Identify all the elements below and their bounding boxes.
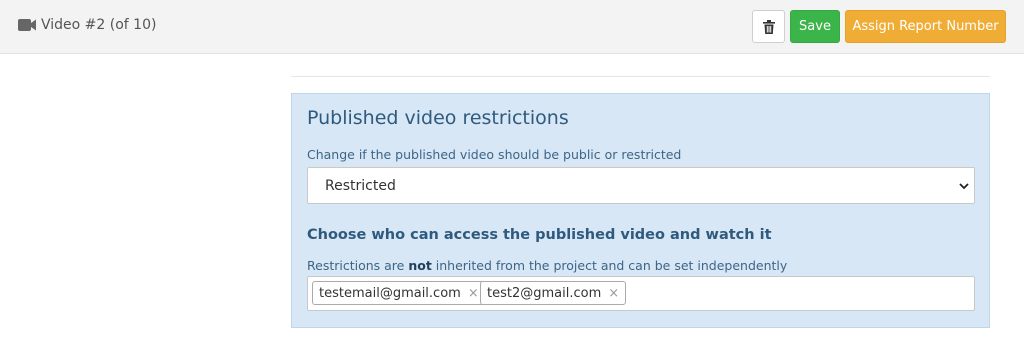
inheritance-note-emphasis: not: [408, 258, 432, 273]
email-tag: test2@gmail.com ×: [480, 281, 627, 305]
video-title: Video #2 (of 10): [41, 17, 157, 33]
trash-icon: [762, 19, 775, 34]
inheritance-note: Restrictions are not inherited from the …: [307, 258, 787, 273]
inheritance-note-end: inherited from the project and can be se…: [431, 258, 788, 273]
save-button[interactable]: Save: [790, 10, 840, 43]
email-tag-label: test2@gmail.com: [487, 285, 602, 301]
delete-button[interactable]: [752, 10, 785, 43]
video-camera-icon: [18, 18, 38, 32]
restrictions-panel: Published video restrictions Change if t…: [291, 93, 990, 328]
inheritance-note-start: Restrictions are: [307, 258, 409, 273]
visibility-label: Change if the published video should be …: [307, 147, 682, 162]
remove-tag-icon[interactable]: ×: [608, 286, 619, 301]
email-tag-label: testemail@gmail.com: [319, 285, 461, 301]
visibility-select-value: Restricted: [325, 178, 396, 194]
access-heading: Choose who can access the published vide…: [307, 227, 772, 243]
video-title-wrap: Video #2 (of 10): [18, 17, 156, 33]
assign-report-number-button[interactable]: Assign Report Number: [845, 10, 1006, 43]
section-divider: [291, 76, 990, 77]
remove-tag-icon[interactable]: ×: [468, 286, 479, 301]
panel-title: Published video restrictions: [307, 107, 569, 129]
chevron-down-icon: [959, 183, 969, 190]
visibility-select[interactable]: Restricted: [307, 167, 975, 204]
top-toolbar: Video #2 (of 10) Save Assign Report Numb…: [0, 0, 1024, 54]
email-tag: testemail@gmail.com ×: [312, 281, 486, 305]
access-emails-input[interactable]: testemail@gmail.com × test2@gmail.com ×: [307, 276, 975, 311]
